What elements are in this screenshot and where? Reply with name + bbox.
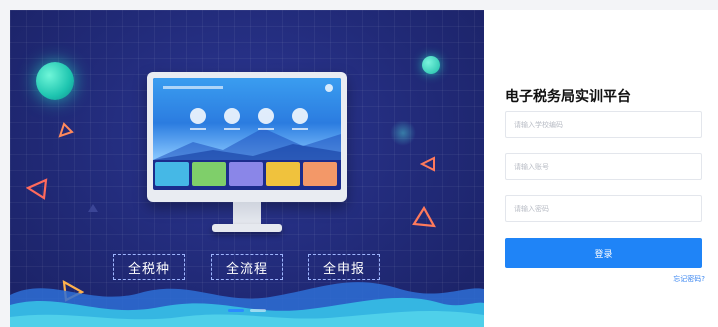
triangle-decoration [420,156,435,172]
screen-tile [155,162,189,186]
triangle-decoration [412,206,436,228]
promo-banner: 全税种 全流程 全申报 [10,10,484,327]
screen-app-icon [190,108,206,124]
monitor-base [212,224,282,232]
school-code-input[interactable] [505,111,702,138]
password-input[interactable] [505,195,702,222]
monitor-screen [153,78,341,190]
account-input[interactable] [505,153,702,180]
teal-bubble-large [36,62,74,100]
screen-app-icon [292,108,308,124]
forgot-password-link[interactable]: 忘记密码? [673,274,705,284]
screen-app-icon [224,108,240,124]
triangle-decoration [88,204,98,212]
carousel-indicators[interactable] [228,309,266,312]
monitor-illustration [147,72,347,202]
screen-tile [303,162,337,186]
glow-bubble [390,120,416,146]
screen-tile [229,162,263,186]
screen-tile [192,162,226,186]
teal-bubble-small [422,56,440,74]
screen-tile [266,162,300,186]
carousel-dot[interactable] [228,309,244,312]
platform-title: 电子税务局实训平台 [505,89,631,105]
triangle-decoration [26,178,48,200]
carousel-dot[interactable] [250,309,266,312]
mountain-graphic [153,128,341,160]
monitor-stand [233,202,261,226]
triangle-decoration [58,122,74,138]
login-button[interactable]: 登录 [505,238,702,268]
wave-decoration [10,282,484,327]
login-panel: 电子税务局实训平台 登录 忘记密码? [484,10,718,327]
screen-app-icon [258,108,274,124]
page: 全税种 全流程 全申报 电子税务局实训平台 登录 忘记密码? [0,0,718,327]
